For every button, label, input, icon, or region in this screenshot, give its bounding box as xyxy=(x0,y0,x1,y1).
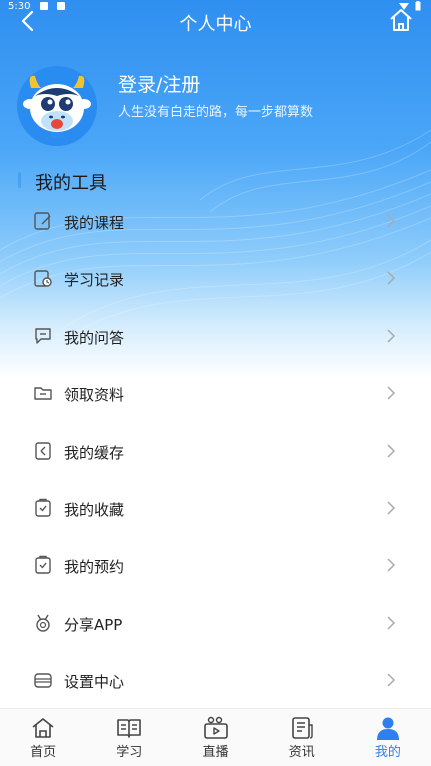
menu-item-settings[interactable]: 设置中心 xyxy=(0,652,431,709)
home-icon xyxy=(32,718,54,738)
user-icon xyxy=(376,717,399,740)
tab-label: 我的 xyxy=(374,745,401,760)
menu-item-label: 我的缓存 xyxy=(64,443,125,462)
folder-icon xyxy=(34,387,52,400)
chevron-right-icon xyxy=(387,444,396,458)
menu-item-study-record[interactable]: 学习记录 xyxy=(0,250,431,307)
tab-label: 直播 xyxy=(202,745,229,760)
menu-item-label: 我的预约 xyxy=(64,558,125,577)
tab-label: 资讯 xyxy=(288,745,315,760)
cow-mascot-icon xyxy=(17,66,97,146)
chevron-right-icon xyxy=(387,673,396,687)
tab-study[interactable]: 学习 xyxy=(86,709,172,766)
chevron-right-icon xyxy=(387,558,396,572)
menu-item-my-favorites[interactable]: 我的收藏 xyxy=(0,480,431,537)
tab-label: 学习 xyxy=(116,745,143,760)
menu-item-my-qa[interactable]: 我的问答 xyxy=(0,308,431,365)
header: 个人中心 xyxy=(0,0,431,40)
medal-icon xyxy=(36,614,50,632)
tools-section-title: 我的工具 xyxy=(35,173,107,194)
news-icon xyxy=(291,717,313,739)
cache-icon xyxy=(35,441,51,460)
chevron-right-icon xyxy=(387,616,396,630)
menu-item-label: 我的课程 xyxy=(64,214,125,232)
avatar[interactable] xyxy=(17,66,97,146)
reservation-icon xyxy=(35,556,51,575)
login-register-link[interactable]: 登录/注册 xyxy=(118,70,200,97)
chevron-right-icon xyxy=(387,501,396,515)
live-icon xyxy=(203,716,228,739)
menu-item-share-app[interactable]: 分享APP xyxy=(0,595,431,652)
menu-item-my-courses[interactable]: 我的课程 xyxy=(0,193,431,250)
tab-live[interactable]: 直播 xyxy=(172,709,258,766)
tools-menu: 我的课程 学习记录 我的问答 领取资料 我的缓存 我的收藏 我的预约 分享APP… xyxy=(0,193,431,710)
menu-item-label: 我的问答 xyxy=(64,328,125,347)
chevron-right-icon xyxy=(387,271,396,285)
bottom-tab-bar: 首页 学习 直播 资讯 我的 xyxy=(0,708,431,766)
book-icon xyxy=(117,719,142,738)
menu-item-label: 学习记录 xyxy=(64,271,125,290)
favorite-icon xyxy=(35,498,51,517)
profile-motto: 人生没有白走的路，每一步都算数 xyxy=(118,105,314,120)
menu-item-label: 分享APP xyxy=(64,615,123,634)
study-record-icon xyxy=(34,270,52,288)
chevron-right-icon xyxy=(387,214,396,228)
page-title: 个人中心 xyxy=(179,14,252,35)
tab-news[interactable]: 资讯 xyxy=(259,709,345,766)
chevron-right-icon xyxy=(387,386,396,400)
qa-icon xyxy=(35,328,51,344)
chevron-right-icon xyxy=(387,329,396,343)
menu-item-label: 领取资料 xyxy=(64,386,125,405)
tab-home[interactable]: 首页 xyxy=(0,709,86,766)
menu-item-get-materials[interactable]: 领取资料 xyxy=(0,365,431,422)
settings-icon xyxy=(34,673,52,688)
tab-label: 首页 xyxy=(30,745,57,760)
course-icon xyxy=(34,212,51,230)
home-icon[interactable] xyxy=(387,6,415,34)
tab-mine[interactable]: 我的 xyxy=(345,709,431,766)
menu-item-label: 我的收藏 xyxy=(64,500,125,519)
menu-item-my-reservations[interactable]: 我的预约 xyxy=(0,537,431,594)
section-marker xyxy=(18,172,21,188)
menu-item-label: 设置中心 xyxy=(64,673,125,692)
menu-item-my-cache[interactable]: 我的缓存 xyxy=(0,423,431,480)
